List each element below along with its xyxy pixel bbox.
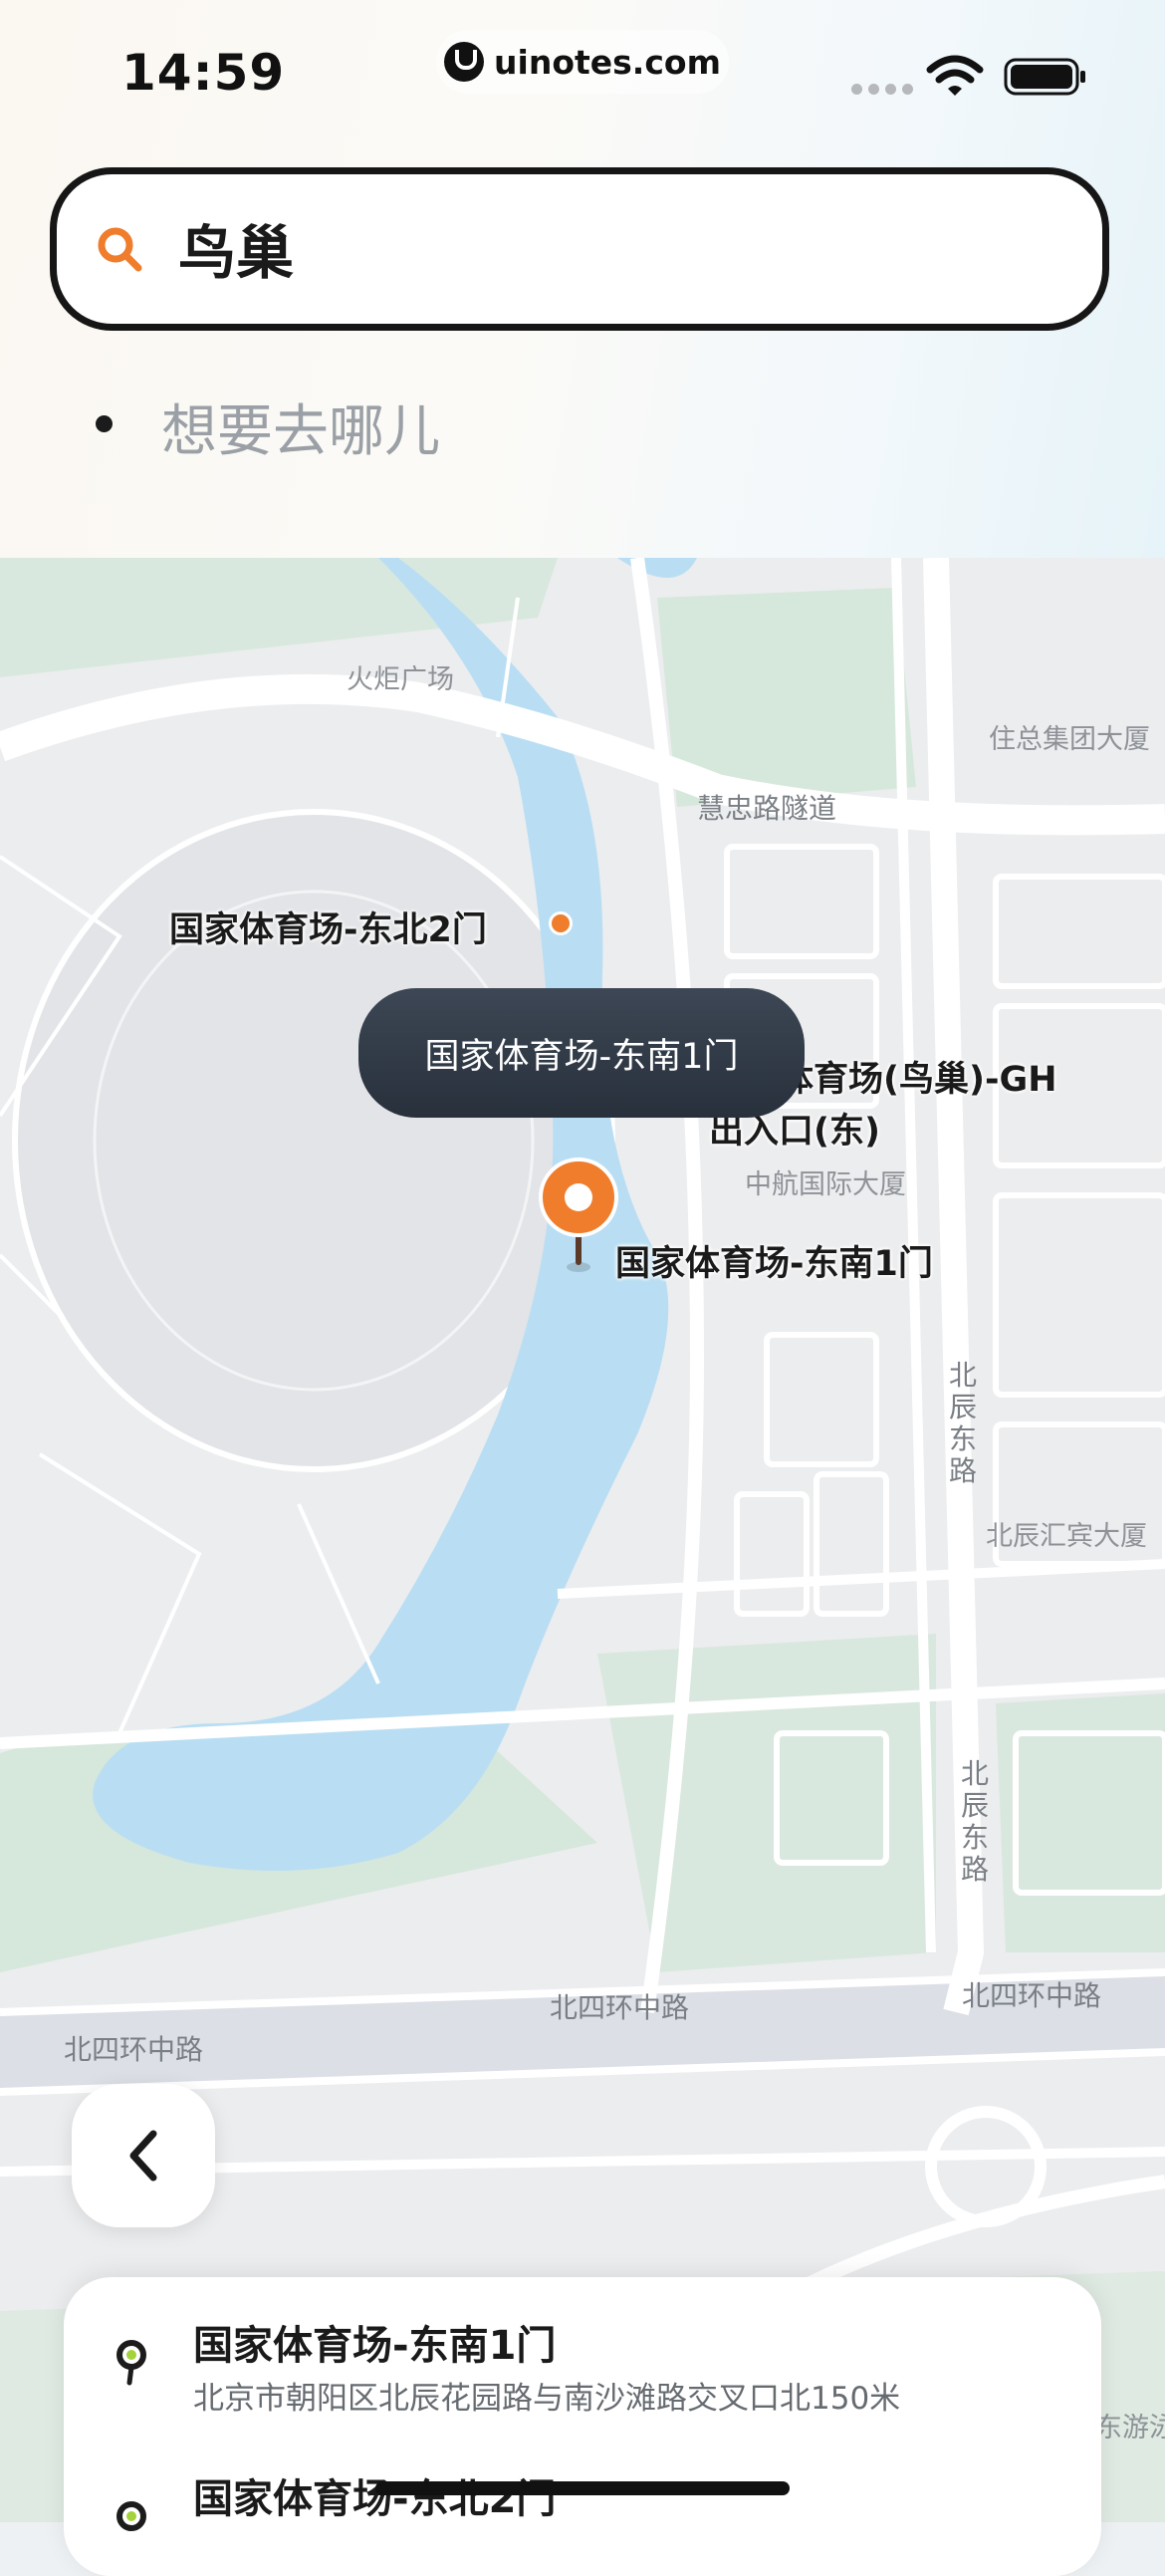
map-callout[interactable]: 国家体育场-东南1门	[358, 988, 805, 1118]
map-label-zhonghang: 中航国际大厦	[745, 1169, 906, 1200]
result-title: 国家体育场-东北2门	[193, 2476, 557, 2522]
map-label-plaza: 火炬广场	[347, 664, 454, 695]
results-sheet: 国家体育场-东南1门 北京市朝阳区北辰花园路与南沙滩路交叉口北150米 国家体育…	[64, 2277, 1101, 2576]
site-logo-icon	[444, 42, 485, 82]
status-time: 14:59	[121, 44, 286, 102]
poi-marker-ne-gate[interactable]	[549, 911, 573, 935]
map-label-beichen-east-road-south: 北辰东路	[960, 1757, 989, 1886]
poi-label-se-gate[interactable]: 国家体育场-东南1门	[615, 1235, 933, 1286]
url-text: uinotes.com	[494, 42, 721, 82]
battery-icon	[1004, 58, 1085, 96]
map-label-huizhong-tunnel: 慧忠路隧道	[697, 792, 837, 825]
map-label-beichen-huibin: 北辰汇宾大厦	[986, 1521, 1147, 1552]
back-button[interactable]	[72, 2084, 215, 2227]
home-indicator	[375, 2481, 790, 2495]
map-label-north4-ring-right: 北四环中路	[962, 1979, 1102, 2012]
destination-dot-icon	[96, 415, 113, 432]
location-pin-icon[interactable]	[538, 1158, 619, 1277]
url-pill[interactable]: uinotes.com	[436, 30, 729, 94]
wifi-icon	[926, 55, 984, 96]
poi-label-ne-gate[interactable]: 国家体育场-东北2门	[169, 902, 487, 952]
map-label-north4-ring-left: 北四环中路	[64, 2033, 204, 2066]
cellular-signal-icon	[851, 84, 913, 95]
result-address: 北京市朝阳区北辰花园路与南沙滩路交叉口北150米	[193, 2381, 901, 2417]
map-label-north4-ring: 北四环中路	[550, 1991, 690, 2024]
header: 14:59 uinotes.com 想要去哪儿	[0, 0, 1165, 558]
map-view[interactable]: 火炬广场 住总集团大厦 慧忠路隧道 中航国际大厦 北辰汇宾大厦 北辰东路 北辰东…	[0, 558, 1165, 2522]
result-item[interactable]: 国家体育场-东南1门 北京市朝阳区北辰花园路与南沙滩路交叉口北150米	[64, 2277, 1101, 2417]
destination-input[interactable]: 想要去哪儿	[161, 386, 440, 467]
result-pin-icon	[116, 2501, 146, 2531]
result-pin-icon	[116, 2340, 146, 2386]
search-input[interactable]	[178, 208, 1054, 288]
map-label-beichen-east-road: 北辰东路	[948, 1359, 977, 1487]
search-box[interactable]	[50, 167, 1109, 331]
map-label-zhuzong: 住总集团大厦	[989, 724, 1150, 755]
map-label-partial: 东游泳	[1095, 2413, 1165, 2444]
chevron-left-icon	[129, 2130, 157, 2182]
search-icon	[98, 227, 142, 272]
result-item[interactable]: 国家体育场-东北2门	[64, 2431, 1101, 2570]
result-title: 国家体育场-东南1门	[193, 2323, 557, 2369]
